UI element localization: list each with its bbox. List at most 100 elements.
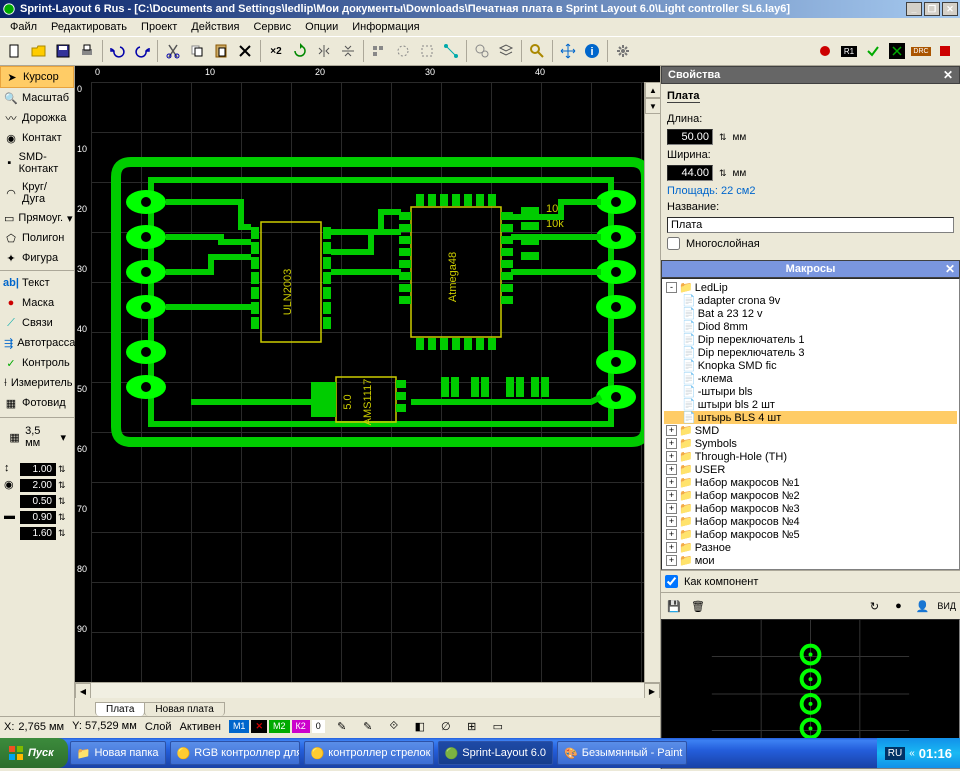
macro-dot-icon[interactable]: ● — [889, 597, 907, 615]
tree-node[interactable]: +📁мои — [664, 554, 957, 567]
width-input[interactable]: 44.00 — [667, 165, 713, 181]
tree-leaf[interactable]: 📄Knopka SMD fic — [664, 359, 957, 372]
tree-leaf[interactable]: 📄adapter crona 9v — [664, 294, 957, 307]
macro-delete-icon[interactable]: 🗑 — [689, 597, 707, 615]
delete-button[interactable] — [234, 40, 256, 62]
menu-actions[interactable]: Действия — [185, 19, 245, 35]
tab-board-1[interactable]: Плата — [95, 702, 145, 716]
param-val-3[interactable]: 0.50 — [20, 495, 56, 508]
print-button[interactable] — [76, 40, 98, 62]
grid-size[interactable]: ▦3,5 мм▾ — [4, 422, 70, 452]
tree-leaf[interactable]: 📄Dip переключатель 3 — [664, 346, 957, 359]
new-button[interactable] — [4, 40, 26, 62]
gears-button[interactable] — [471, 40, 493, 62]
tree-node[interactable]: +📁Набор макросов №5 — [664, 528, 957, 541]
status-icon-6[interactable]: ⊞ — [463, 718, 481, 736]
macro-refresh-icon[interactable]: ↻ — [865, 597, 883, 615]
paste-button[interactable] — [210, 40, 232, 62]
macros-close-button[interactable]: ✕ — [945, 262, 955, 276]
task-item-1[interactable]: 📁Новая папка — [70, 741, 166, 765]
tree-node[interactable]: +📁Набор макросов №4 — [664, 515, 957, 528]
maximize-button[interactable]: ❐ — [924, 2, 940, 16]
task-item-3[interactable]: 🟡контроллер стрелок и ... — [304, 741, 434, 765]
tool-poly[interactable]: ⬠Полигон — [0, 228, 74, 248]
task-item-4[interactable]: 🟢Sprint-Layout 6.0 — [438, 741, 553, 765]
tree-node[interactable]: +📁Through-Hole (TH) — [664, 450, 957, 463]
tree-leaf[interactable]: 📄-клема — [664, 372, 957, 385]
tree-node[interactable]: +📁Symbols — [664, 437, 957, 450]
tree-leaf[interactable]: 📄-штыри bls — [664, 385, 957, 398]
connections-button[interactable] — [440, 40, 462, 62]
status-icon-1[interactable]: ✎ — [333, 718, 351, 736]
tool-measure[interactable]: ⟊Измеритель — [0, 373, 74, 393]
pcb-board[interactable]: ULN2003 Atmega48 — [111, 152, 644, 452]
tree-node[interactable]: +📁SMD — [664, 424, 957, 437]
copy-button[interactable] — [186, 40, 208, 62]
settings-button[interactable] — [612, 40, 634, 62]
search-button[interactable] — [526, 40, 548, 62]
x2-button[interactable]: ×2 — [265, 40, 287, 62]
rec-button[interactable] — [814, 40, 836, 62]
menu-info[interactable]: Информация — [346, 19, 425, 35]
open-button[interactable] — [28, 40, 50, 62]
x-button[interactable] — [886, 40, 908, 62]
pcb-canvas[interactable]: ULN2003 Atmega48 — [91, 82, 644, 682]
cut-button[interactable] — [162, 40, 184, 62]
tool-autoroute[interactable]: ⇶Автотрасса — [0, 333, 74, 353]
status-icon-7[interactable]: ▭ — [489, 718, 507, 736]
macros-tree[interactable]: -📁LedLip📄adapter crona 9v📄Bat a 23 12 v📄… — [661, 278, 960, 570]
tool-smd[interactable]: ▪SMD-Контакт — [0, 148, 74, 178]
tool-control[interactable]: ✓Контроль — [0, 353, 74, 373]
menu-options[interactable]: Опции — [299, 19, 344, 35]
multilayer-checkbox[interactable] — [667, 237, 680, 250]
tree-leaf[interactable]: 📄штырь BLS 4 шт — [664, 411, 957, 424]
clock[interactable]: 01:16 — [919, 746, 952, 761]
tree-node[interactable]: +📁Набор макросов №2 — [664, 489, 957, 502]
task-item-5[interactable]: 🎨Безымянный - Paint — [557, 741, 687, 765]
tool-track[interactable]: 〰Дорожка — [0, 108, 74, 128]
status-icon-5[interactable]: ∅ — [437, 718, 455, 736]
menu-edit[interactable]: Редактировать — [45, 19, 133, 35]
status-icon-4[interactable]: ◧ — [411, 718, 429, 736]
board-name-input[interactable] — [667, 217, 954, 233]
tree-node[interactable]: +📁Набор макросов №1 — [664, 476, 957, 489]
tool-rect[interactable]: ▭Прямоуг.▾ — [0, 208, 74, 228]
grid-button1[interactable] — [392, 40, 414, 62]
align-button[interactable] — [368, 40, 390, 62]
menu-service[interactable]: Сервис — [247, 19, 297, 35]
param-val-2[interactable]: 2.00 — [20, 479, 56, 492]
minimize-button[interactable]: _ — [906, 2, 922, 16]
tool-arc[interactable]: ◠Круг/Дуга — [0, 178, 74, 208]
r1-button[interactable]: R1 — [838, 40, 860, 62]
lang-indicator[interactable]: RU — [885, 747, 905, 760]
horizontal-scrollbar[interactable]: ◀▶ — [75, 682, 660, 698]
info-button[interactable]: i — [581, 40, 603, 62]
tool-cursor[interactable]: ➤Курсор — [0, 66, 74, 88]
tree-node[interactable]: +📁USER — [664, 463, 957, 476]
undo-button[interactable] — [107, 40, 129, 62]
start-button[interactable]: Пуск — [0, 738, 68, 768]
menu-project[interactable]: Проект — [135, 19, 183, 35]
move-button[interactable] — [557, 40, 579, 62]
tool-photoview[interactable]: ▦Фотовид — [0, 393, 74, 413]
save-button[interactable] — [52, 40, 74, 62]
macro-save-icon[interactable]: 💾 — [665, 597, 683, 615]
tree-leaf[interactable]: 📄Bat a 23 12 v — [664, 307, 957, 320]
tool-shape[interactable]: ✦Фигура — [0, 248, 74, 268]
status-icon-2[interactable]: ✎ — [359, 718, 377, 736]
vertical-scrollbar[interactable]: ▲▼ — [644, 82, 660, 682]
tree-leaf[interactable]: 📄штыри bls 2 шт — [664, 398, 957, 411]
redo-button[interactable] — [131, 40, 153, 62]
props-close-button[interactable]: ✕ — [943, 68, 953, 82]
drc-button[interactable]: DRC — [910, 40, 932, 62]
tool-pad[interactable]: ◉Контакт — [0, 128, 74, 148]
macro-view-icon[interactable]: 👤 — [913, 597, 931, 615]
layers-button[interactable] — [495, 40, 517, 62]
exit-button[interactable] — [934, 40, 956, 62]
param-val-4[interactable]: 0.90 — [20, 511, 56, 524]
mirror-v-button[interactable] — [337, 40, 359, 62]
close-button[interactable]: ✕ — [942, 2, 958, 16]
task-item-2[interactable]: 🟡RGB контроллер для по... — [170, 741, 300, 765]
grid-button2[interactable] — [416, 40, 438, 62]
tool-zoom[interactable]: 🔍Масштаб — [0, 88, 74, 108]
